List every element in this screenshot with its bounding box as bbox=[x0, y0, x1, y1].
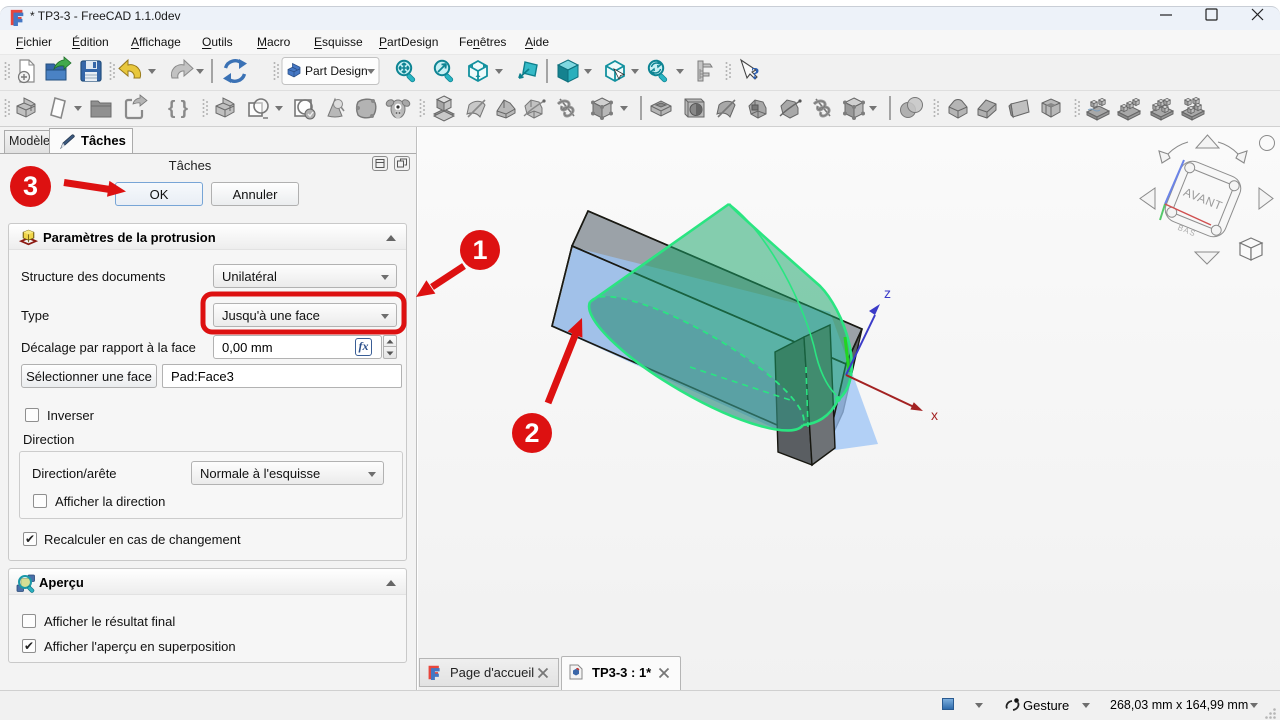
svg-text:?: ? bbox=[751, 64, 760, 83]
svg-text:z: z bbox=[884, 285, 891, 301]
svg-text:Part Design: Part Design bbox=[305, 64, 368, 78]
svg-text:{ }: { } bbox=[168, 98, 189, 119]
svg-text:x: x bbox=[931, 407, 938, 423]
